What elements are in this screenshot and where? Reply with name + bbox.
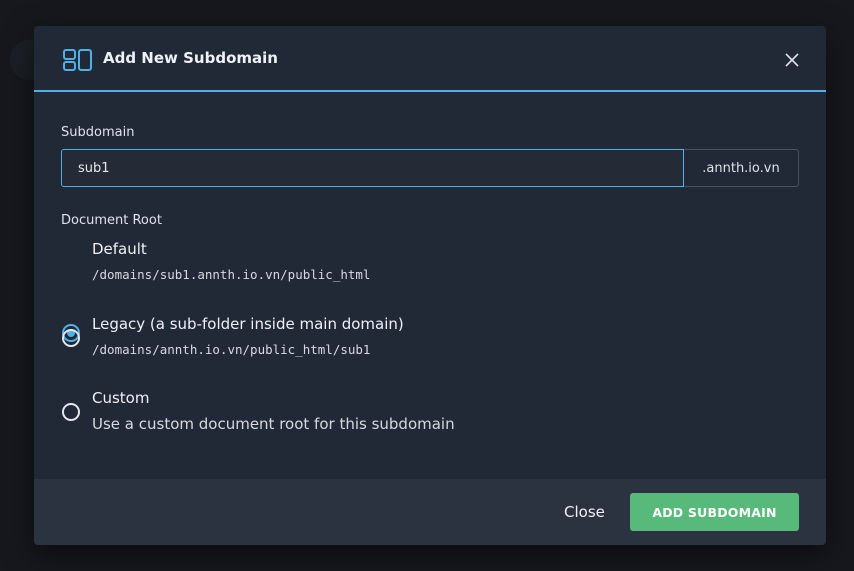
dialog-header: Add New Subdomain bbox=[34, 26, 826, 92]
option-legacy-path: /domains/annth.io.vn/public_html/sub1 bbox=[92, 342, 371, 357]
domain-suffix: .annth.io.vn bbox=[684, 149, 799, 187]
option-custom-title: Custom bbox=[92, 389, 150, 407]
radio-legacy[interactable] bbox=[62, 329, 80, 347]
add-subdomain-button[interactable]: ADD SUBDOMAIN bbox=[630, 493, 799, 531]
close-button[interactable]: Close bbox=[564, 503, 605, 521]
subdomain-input-group: .annth.io.vn bbox=[61, 149, 799, 187]
option-custom-description: Use a custom document root for this subd… bbox=[92, 415, 455, 433]
subdomain-input[interactable] bbox=[61, 149, 684, 187]
radio-custom[interactable] bbox=[62, 403, 80, 421]
layout-icon bbox=[63, 49, 92, 71]
option-legacy-title: Legacy (a sub-folder inside main domain) bbox=[92, 315, 404, 333]
option-default-path: /domains/sub1.annth.io.vn/public_html bbox=[92, 267, 371, 282]
close-icon[interactable] bbox=[782, 50, 802, 70]
option-default-title: Default bbox=[92, 240, 147, 258]
dialog-title: Add New Subdomain bbox=[103, 49, 278, 67]
document-root-label: Document Root bbox=[61, 213, 162, 228]
dialog-body: Subdomain .annth.io.vn Document Root Def… bbox=[34, 92, 826, 479]
add-subdomain-dialog: Add New Subdomain Subdomain .annth.io.vn… bbox=[34, 26, 826, 545]
subdomain-label: Subdomain bbox=[61, 125, 135, 140]
